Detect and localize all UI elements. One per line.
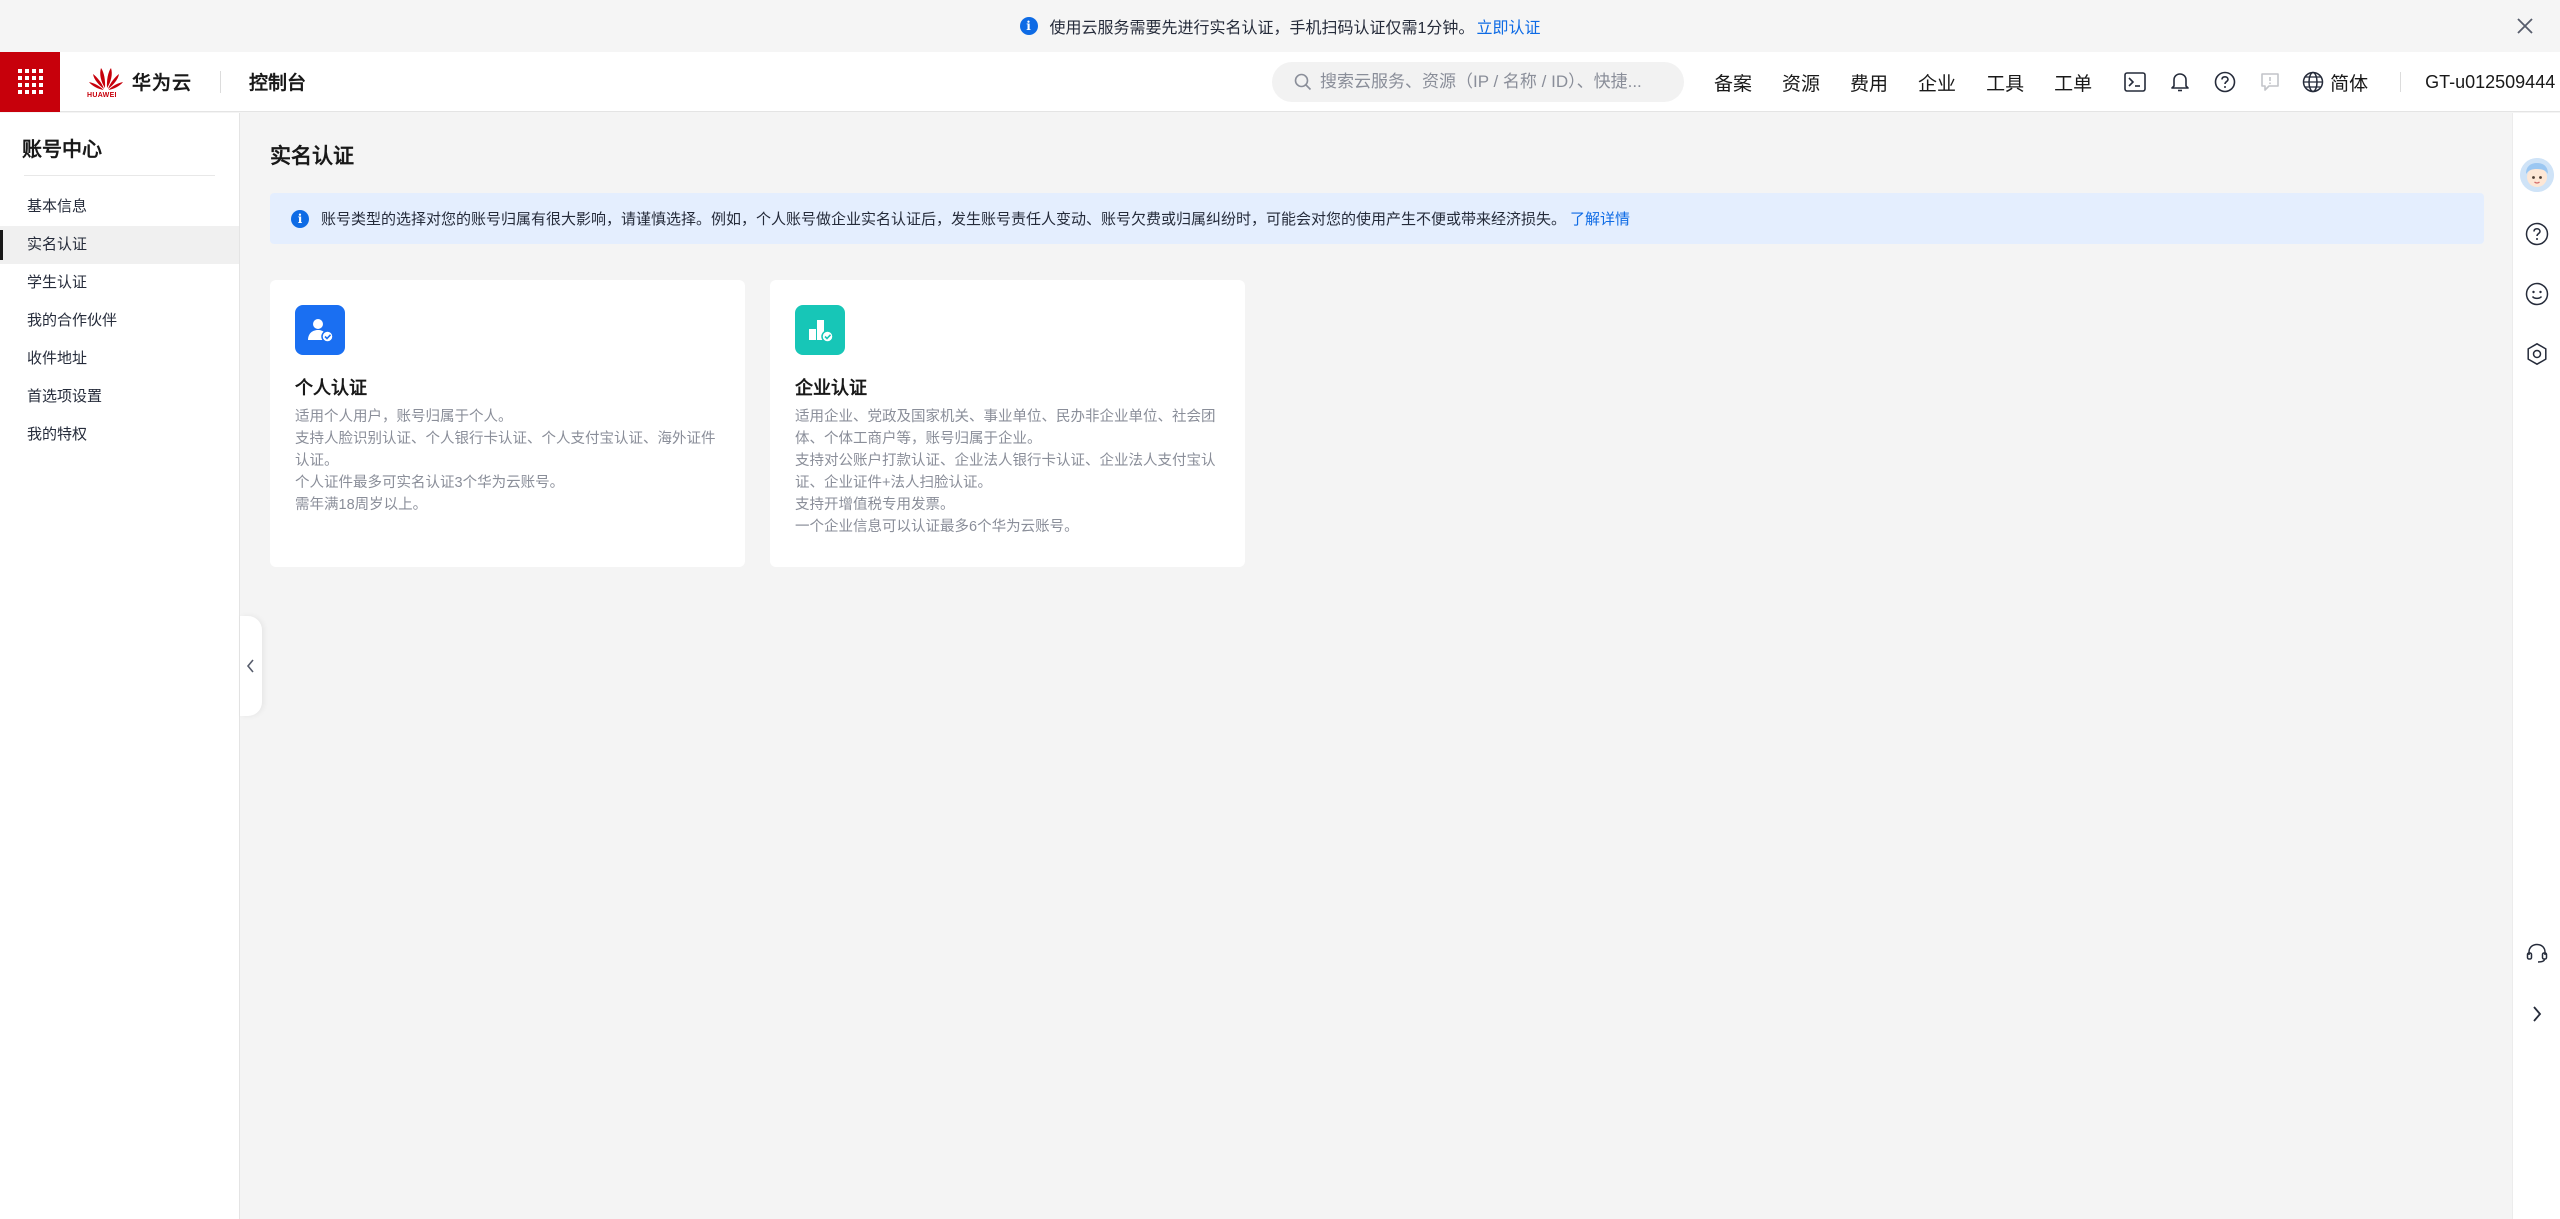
sidebar-item-basic-info[interactable]: 基本信息 [0,188,239,226]
nav-enterprise[interactable]: 企业 [1918,69,1956,96]
enterprise-verification-card[interactable]: 企业认证 适用企业、党政及国家机关、事业单位、民办非企业单位、社会团体、个体工商… [770,280,1245,567]
card-line: 支持人脸识别认证、个人银行卡认证、个人支付宝认证、海外证件认证。 [295,431,716,469]
language-label: 简体 [2330,73,2369,95]
personal-verification-card[interactable]: 个人认证 适用个人用户，账号归属于个人。 支持人脸识别认证、个人银行卡认证、个人… [270,280,745,567]
sidebar-divider [24,175,215,176]
chevron-left-icon [246,659,254,673]
info-icon: i [1019,17,1038,35]
personal-verify-icon [295,305,345,355]
card-line: 个人证件最多可实名认证3个华为云账号。 [295,475,565,491]
verify-now-link[interactable]: 立即认证 [1476,14,1540,38]
global-search[interactable] [1272,62,1684,102]
grid-icon [17,69,43,94]
sidebar-item-preferences[interactable]: 首选项设置 [0,378,239,416]
header-nav: 备案 资源 费用 企业 工具 工单 简体 GT-u012509444 [1714,52,2555,112]
info-icon: i [291,209,309,228]
search-icon [1294,73,1312,91]
assistant-avatar[interactable] [2520,158,2554,192]
sidebar-title: 账号中心 [22,139,102,161]
help-icon[interactable] [2524,221,2550,247]
account-name[interactable]: GT-u012509444 [2425,72,2555,93]
cloud-shell-icon[interactable] [2122,69,2148,95]
nav-resources[interactable]: 资源 [1782,69,1820,96]
help-icon[interactable] [2212,69,2238,95]
settings-gear-icon[interactable] [2524,341,2550,367]
notice-bar: i 使用云服务需要先进行实名认证，手机扫码认证仅需1分钟。 立即认证 [0,0,2560,52]
customer-service-icon[interactable] [2524,940,2550,966]
service-list-button[interactable] [0,51,60,112]
enterprise-verify-icon [795,305,845,355]
top-header: HUAWEI 华为云 控制台 备案 资源 费用 企业 工具 工单 简体 GT [0,51,2560,112]
globe-icon [2302,71,2324,93]
info-alert: i 账号类型的选择对您的账号归属有很大影响，请谨慎选择。例如，个人账号做企业实名… [270,193,2484,244]
card-line: 适用个人用户，账号归属于个人。 [295,409,513,425]
huawei-logo-sub: HUAWEI [87,91,117,99]
right-tool-rail [2512,113,2560,1219]
card-description: 适用个人用户，账号归属于个人。 支持人脸识别认证、个人银行卡认证、个人支付宝认证… [295,406,727,516]
huawei-logo-icon: HUAWEI [87,64,124,100]
nav-tools[interactable]: 工具 [1986,69,2024,96]
nav-billing[interactable]: 费用 [1850,69,1888,96]
card-line: 适用企业、党政及国家机关、事业单位、民办非企业单位、社会团体、个体工商户等，账号… [795,409,1216,447]
card-line: 需年满18周岁以上。 [295,497,428,513]
header-divider [2400,72,2402,92]
sidebar-item-shipping-address[interactable]: 收件地址 [0,340,239,378]
nav-icp-filing[interactable]: 备案 [1714,69,1752,96]
card-title: 个人认证 [295,378,367,398]
collapse-sidebar-button[interactable] [240,616,262,716]
huawei-cloud-logo[interactable]: HUAWEI 华为云 [87,64,193,100]
search-input[interactable] [1320,72,1670,92]
notice-text: 使用云服务需要先进行实名认证，手机扫码认证仅需1分钟。 [1049,20,1475,37]
language-switch[interactable]: 简体 [2302,69,2368,96]
card-line: 一个企业信息可以认证最多6个华为云账号。 [795,519,1079,535]
sidebar-item-student-verification[interactable]: 学生认证 [0,264,239,302]
chevron-right-icon[interactable] [2524,1001,2550,1027]
card-line: 支持开增值税专用发票。 [795,497,955,513]
card-title: 企业认证 [795,378,867,398]
account-center-sidebar: 账号中心 基本信息 实名认证 学生认证 我的合作伙伴 收件地址 首选项设置 我的… [0,113,240,1219]
learn-more-link[interactable]: 了解详情 [1570,208,1630,229]
header-divider [220,70,222,93]
page-title: 实名认证 [270,145,354,168]
console-link[interactable]: 控制台 [249,68,306,95]
nav-tickets[interactable]: 工单 [2054,69,2092,96]
smiley-feedback-icon[interactable] [2524,281,2550,307]
bell-icon[interactable] [2167,69,2193,95]
alert-text: 账号类型的选择对您的账号归属有很大影响，请谨慎选择。例如，个人账号做企业实名认证… [321,211,1567,228]
sidebar-item-real-name-verification[interactable]: 实名认证 [0,226,239,264]
card-description: 适用企业、党政及国家机关、事业单位、民办非企业单位、社会团体、个体工商户等，账号… [795,406,1227,538]
brand-name: 华为云 [132,73,193,94]
sidebar-item-partners[interactable]: 我的合作伙伴 [0,302,239,340]
close-icon[interactable] [2512,13,2538,39]
card-line: 支持对公账户打款认证、企业法人银行卡认证、企业法人支付宝认证、企业证件+法人扫脸… [795,453,1216,491]
sidebar-item-privileges[interactable]: 我的特权 [0,416,239,454]
feedback-icon[interactable] [2257,69,2283,95]
